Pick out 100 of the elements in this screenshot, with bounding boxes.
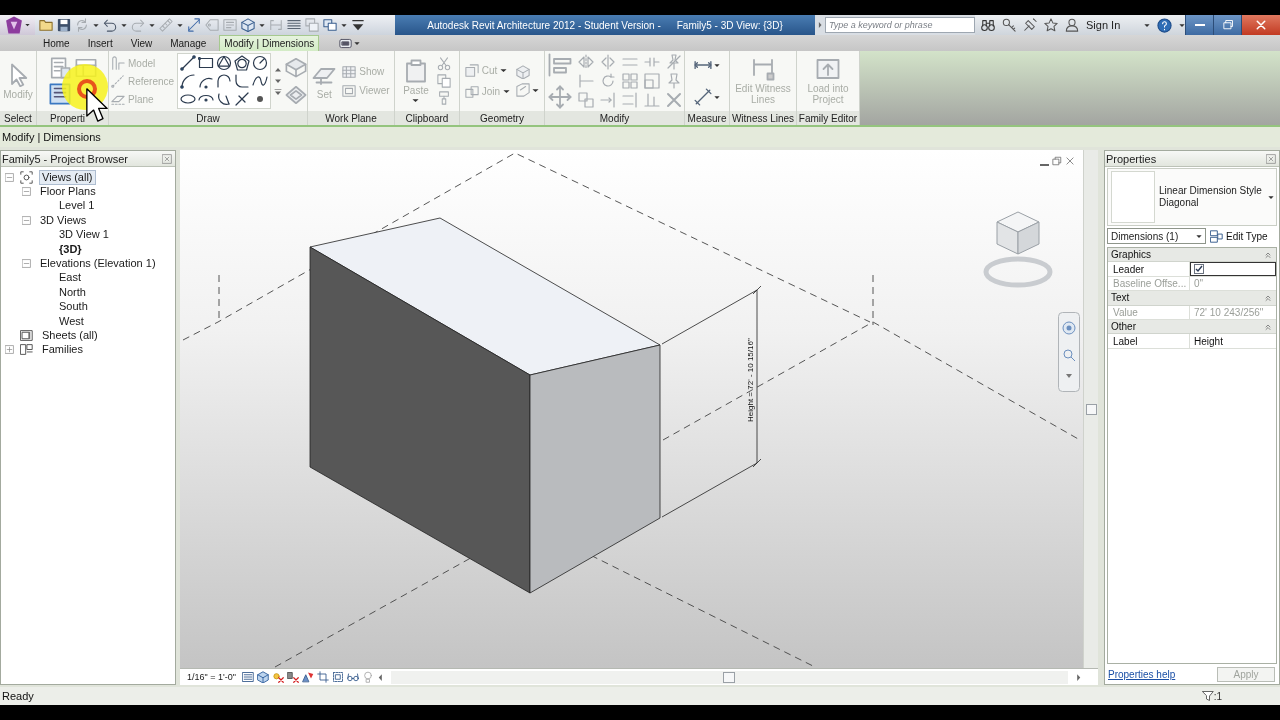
viewer-icon — [342, 83, 357, 98]
tree-item[interactable]: East — [56, 270, 84, 286]
collapse-group-icon[interactable] — [1264, 250, 1272, 259]
spline-icon[interactable] — [252, 73, 269, 89]
undo-icon[interactable] — [103, 18, 117, 32]
model-line-icon — [111, 56, 125, 70]
crop-icon[interactable] — [316, 671, 329, 683]
crop-region-icon[interactable] — [331, 671, 344, 683]
tree-item[interactable]: North — [56, 284, 89, 300]
dropdown-caret-icon[interactable] — [93, 22, 99, 28]
dropdown-caret-icon[interactable] — [1144, 22, 1150, 28]
category-dropdown[interactable]: Dimensions (1) — [1107, 228, 1206, 244]
dropdown-caret-icon[interactable] — [259, 22, 265, 28]
sign-in-button[interactable]: Sign In — [1086, 19, 1121, 31]
arc-icon[interactable] — [180, 73, 197, 89]
search-field[interactable]: Type a keyword or phrase — [825, 17, 975, 33]
view-scale[interactable]: 1/16" = 1'-0" — [187, 672, 236, 682]
dropdown-caret-icon[interactable] — [714, 94, 720, 100]
tangent-arc-icon[interactable] — [216, 73, 233, 89]
ribbon-tab[interactable]: Insert — [82, 35, 118, 51]
glasses-icon[interactable] — [346, 671, 359, 683]
detail-level-icon[interactable] — [241, 671, 254, 683]
minimize-button[interactable] — [1185, 15, 1214, 35]
scroll-left-icon[interactable] — [376, 672, 384, 682]
shadows-off-icon[interactable] — [286, 671, 299, 683]
property-value-cell[interactable] — [1190, 262, 1276, 276]
binoculars-icon[interactable] — [981, 18, 995, 32]
ribbon-tab[interactable]: Home — [38, 35, 75, 51]
render-icon[interactable] — [301, 671, 314, 683]
filter-icon[interactable] — [1201, 690, 1214, 702]
status-text: Ready — [2, 690, 34, 702]
collapse-group-icon[interactable] — [1264, 293, 1272, 302]
edit-type-button[interactable]: Edit Type — [1210, 229, 1268, 243]
checkbox[interactable] — [1194, 264, 1204, 275]
cross-lines-icon[interactable] — [234, 91, 251, 107]
navigation-bar-icon[interactable] — [1058, 312, 1080, 392]
tree-item[interactable]: Level 1 — [56, 198, 98, 214]
dropdown-caret-icon[interactable] — [25, 23, 30, 27]
tree-item[interactable]: South — [56, 299, 91, 315]
user-icon[interactable] — [1065, 18, 1079, 32]
tree-item[interactable]: 3D Views — [37, 212, 90, 228]
thin-lines-icon[interactable] — [287, 18, 301, 32]
close-button[interactable] — [1241, 15, 1280, 35]
restore-button[interactable] — [1213, 15, 1242, 35]
visual-style-icon[interactable] — [256, 671, 269, 683]
cube-3d-icon[interactable] — [241, 18, 255, 32]
tree-item[interactable]: Sheets (all) — [39, 328, 101, 343]
panel-label: Family Editor — [797, 111, 859, 125]
save-icon[interactable] — [57, 18, 71, 32]
expand-gallery-icon[interactable] — [274, 88, 283, 96]
ribbon-tab[interactable]: Manage — [165, 35, 212, 51]
fillet-arc-icon[interactable] — [234, 73, 251, 89]
help-icon[interactable] — [1157, 17, 1172, 33]
ellipse-icon[interactable] — [180, 91, 197, 107]
dropdown-caret-icon[interactable] — [532, 87, 540, 93]
sun-off-icon[interactable] — [271, 671, 284, 683]
help-link[interactable]: Properties help — [1108, 668, 1176, 680]
satellite-icon[interactable] — [1023, 18, 1037, 32]
collapse-group-icon[interactable] — [1264, 322, 1272, 331]
property-value[interactable]: Height — [1190, 334, 1276, 348]
circle-icon[interactable] — [252, 55, 269, 71]
line-icon[interactable] — [180, 55, 197, 71]
ribbon-tab[interactable]: View — [125, 35, 158, 51]
tree-item[interactable]: Elevations (Elevation 1) — [37, 256, 159, 272]
tree-item[interactable]: Views (all) — [39, 169, 96, 185]
vertical-scrollbar[interactable] — [1083, 150, 1098, 668]
type-selector[interactable]: Linear Dimension Style Diagonal — [1107, 168, 1277, 226]
scroll-down-icon[interactable] — [274, 77, 283, 85]
panel-label: Measure — [685, 111, 729, 125]
scroll-right-icon[interactable] — [817, 21, 823, 29]
dropdown-caret-icon[interactable] — [341, 22, 347, 28]
tree-item[interactable]: 3D View 1 — [56, 227, 112, 243]
open-folder-icon[interactable] — [39, 18, 53, 32]
tree-item[interactable]: Families — [39, 342, 86, 358]
switch-windows-icon[interactable] — [323, 18, 337, 32]
restore-icon[interactable] — [1052, 156, 1062, 166]
customize-toolbar-icon[interactable] — [351, 18, 365, 32]
dropdown-caret-icon[interactable] — [121, 22, 127, 28]
dropdown-caret-icon[interactable] — [1179, 22, 1185, 28]
families-icon — [20, 343, 33, 357]
circumscribed-polygon-icon[interactable] — [234, 55, 251, 71]
tree-item[interactable]: West — [56, 313, 87, 329]
scroll-right-icon[interactable] — [1075, 672, 1082, 682]
tree-item[interactable]: {3D} — [56, 241, 85, 257]
clipboard-icon — [404, 59, 428, 83]
dropdown-caret-icon[interactable] — [149, 22, 155, 28]
dropdown-caret-icon[interactable] — [177, 22, 183, 28]
inscribed-polygon-icon[interactable] — [216, 55, 233, 71]
close-icon[interactable] — [1065, 156, 1075, 166]
horizontal-scrollbar[interactable] — [390, 670, 1068, 684]
rectangle-icon[interactable] — [198, 55, 215, 71]
star-icon[interactable] — [1044, 18, 1058, 32]
scroll-up-icon[interactable] — [274, 66, 283, 74]
aligned-dimension-icon[interactable] — [187, 18, 201, 32]
aligned-dimension-icon[interactable] — [694, 88, 712, 106]
ribbon-tab[interactable]: Modify | Dimensions — [219, 35, 320, 51]
tree-item[interactable]: Floor Plans — [37, 184, 99, 200]
app-logo-icon[interactable] — [5, 16, 23, 34]
dropdown-caret-icon[interactable] — [714, 62, 720, 68]
key-icon[interactable] — [1002, 18, 1016, 32]
